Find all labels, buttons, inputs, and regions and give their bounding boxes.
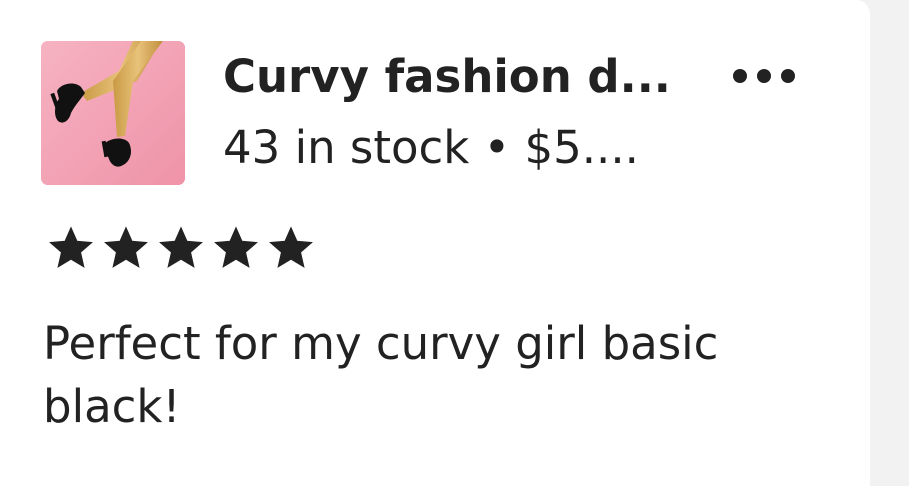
review-text: Perfect for my curvy girl basic black! — [43, 317, 719, 433]
star-icon — [214, 226, 258, 268]
more-options-button[interactable] — [726, 56, 802, 96]
doll-legs-image — [41, 41, 185, 185]
review-card: Curvy fashion d... 43 in stock • $5.... … — [0, 0, 870, 486]
star-icon — [49, 226, 93, 268]
star-icon — [104, 226, 148, 268]
star-rating — [44, 224, 318, 272]
stock-and-price: 43 in stock • $5.... — [223, 121, 639, 174]
more-options-icon — [733, 69, 795, 83]
star-icon — [269, 226, 313, 268]
listing-title[interactable]: Curvy fashion d... — [223, 48, 671, 106]
star-icon — [159, 226, 203, 268]
side-gutter — [870, 0, 909, 486]
listing-thumbnail[interactable] — [41, 41, 185, 185]
